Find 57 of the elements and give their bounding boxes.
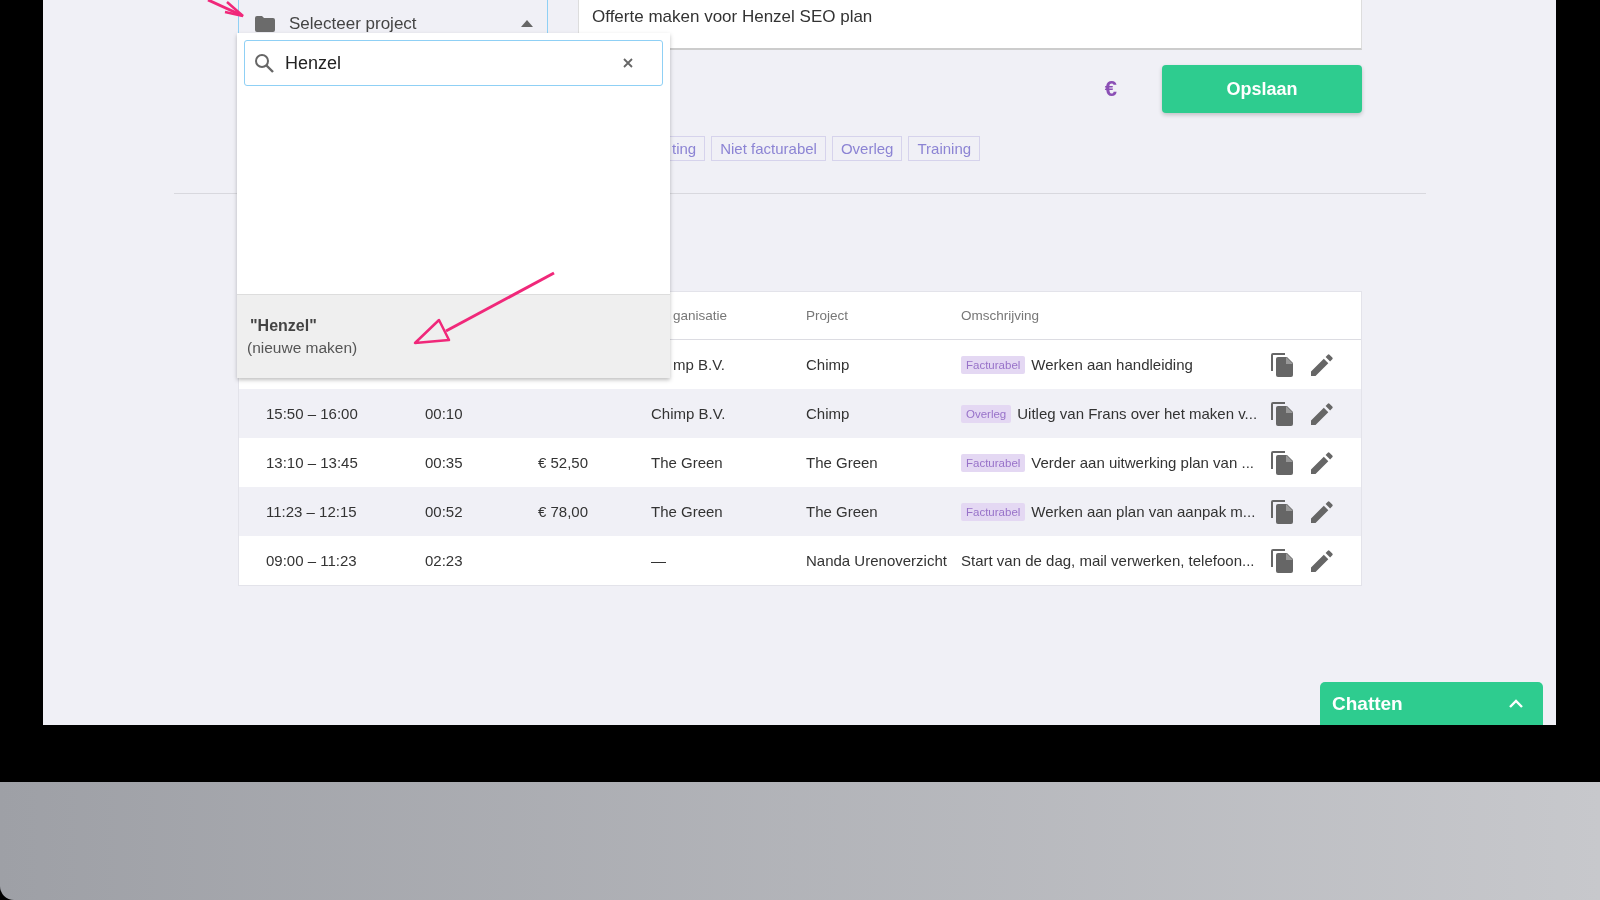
- description-field[interactable]: Offerte maken voor Henzel SEO plan: [578, 0, 1362, 50]
- pencil-icon[interactable]: [1311, 500, 1333, 523]
- annotation-arrow: [207, 0, 245, 18]
- pencil-icon[interactable]: [1311, 451, 1333, 474]
- entry-description: Werken aan handleiding: [1031, 356, 1193, 373]
- category-tag: Overleg: [961, 404, 1012, 423]
- project-name: Chimp: [806, 356, 850, 373]
- duration: 00:52: [425, 503, 463, 520]
- pencil-icon[interactable]: [1311, 353, 1333, 376]
- column-header: ganisatie: [672, 308, 729, 323]
- project-name: The Green: [806, 503, 878, 520]
- time-range: 13:10 – 13:45: [266, 454, 358, 471]
- search-icon: [254, 53, 274, 73]
- tag-chip[interactable]: Training: [908, 136, 981, 161]
- tag-chip[interactable]: Niet facturabel: [711, 136, 826, 161]
- organisation-name: —: [651, 552, 666, 569]
- search-field[interactable]: Henzel: [244, 40, 663, 86]
- time-range: 09:00 – 11:23: [266, 552, 357, 569]
- organisation-name: The Green: [651, 454, 723, 471]
- duration: 00:10: [425, 405, 463, 422]
- chevron-icon: [1509, 699, 1523, 708]
- time-range: 11:23 – 12:15: [266, 503, 357, 520]
- duration: 02:23: [425, 552, 463, 569]
- project-name: Chimp: [806, 405, 850, 422]
- copy-icon[interactable]: [1271, 548, 1293, 573]
- tag-chip[interactable]: Overleg: [831, 136, 903, 161]
- time-range: 15:50 – 16:00: [266, 405, 358, 422]
- category-tag: Facturabel: [961, 502, 1026, 521]
- organisation-name: Chimp B.V.: [651, 405, 726, 422]
- entry-description: Werken aan plan van aanpak m...: [1031, 503, 1256, 520]
- entry-description: Verder aan uitwerking plan van ...: [1031, 454, 1254, 471]
- amount: € 78,00: [538, 503, 589, 520]
- close-icon[interactable]: [623, 58, 633, 68]
- euro-icon[interactable]: €: [1104, 76, 1117, 102]
- amount: € 52,50: [538, 454, 589, 471]
- save-button[interactable]: Opslaan: [1162, 65, 1362, 113]
- organisation-name: mp B.V.: [673, 356, 725, 373]
- copy-icon[interactable]: [1271, 499, 1293, 524]
- entry-description: Uitleg van Frans over het maken v...: [1017, 405, 1258, 422]
- column-header: Omschrijving: [961, 308, 1040, 323]
- entry-description: Start van de dag, mail verwerken, telefoon...: [961, 552, 1255, 569]
- create-option[interactable]: "Henzel" (nieuwe maken): [237, 294, 670, 378]
- duration: 00:35: [425, 454, 463, 471]
- organisation-name: The Green: [651, 503, 723, 520]
- pencil-icon[interactable]: [1311, 549, 1333, 572]
- copy-icon[interactable]: [1271, 450, 1293, 475]
- chat-widget[interactable]: Chatten: [1320, 682, 1543, 725]
- pencil-icon[interactable]: [1311, 402, 1333, 425]
- category-tag: Facturabel: [961, 453, 1026, 472]
- category-tag: Facturabel: [961, 355, 1026, 374]
- project-name: The Green: [806, 454, 878, 471]
- column-header: Project: [806, 308, 850, 323]
- copy-icon[interactable]: [1271, 352, 1293, 377]
- copy-icon[interactable]: [1271, 401, 1293, 426]
- caret-icon: [521, 20, 533, 27]
- folder-icon: [255, 15, 275, 32]
- project-name: Nanda Urenoverzicht: [806, 552, 947, 569]
